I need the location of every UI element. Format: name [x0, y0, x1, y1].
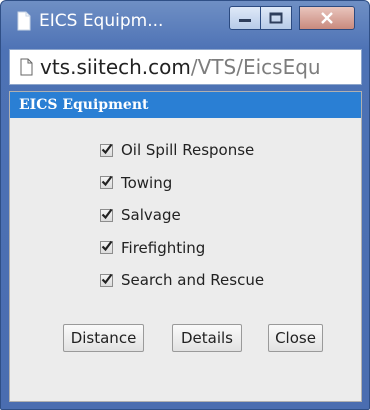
url-host: vts.siitech.com — [40, 55, 191, 79]
minimize-button[interactable] — [229, 6, 261, 30]
option-salvage[interactable]: Salvage — [100, 199, 264, 232]
checkbox[interactable] — [100, 273, 113, 287]
checkbox[interactable] — [100, 176, 113, 190]
checkbox[interactable] — [100, 241, 113, 255]
maximize-button[interactable] — [260, 6, 292, 30]
checkbox[interactable] — [100, 208, 113, 222]
url-path: /VTS/EicsEqu — [190, 55, 321, 79]
distance-button[interactable]: Distance — [63, 324, 144, 352]
content-area: EICS Equipment Oil Spill Response Towing… — [9, 91, 362, 402]
popup-window: EICS Equipm... vts.siitech.com/VTS/EicsE… — [0, 0, 370, 410]
option-label: Salvage — [121, 206, 181, 225]
checkmark-icon — [101, 143, 113, 154]
page-icon — [20, 58, 33, 76]
maximize-icon — [269, 12, 283, 24]
url-text[interactable]: vts.siitech.com/VTS/EicsEqu — [40, 55, 321, 79]
title-bar[interactable]: EICS Equipm... — [1, 1, 370, 45]
option-firefighting[interactable]: Firefighting — [100, 232, 264, 265]
document-icon — [17, 11, 31, 31]
checkbox[interactable] — [100, 143, 113, 157]
option-oil-spill-response[interactable]: Oil Spill Response — [100, 134, 264, 167]
option-towing[interactable]: Towing — [100, 167, 264, 200]
checkmark-icon — [101, 241, 113, 252]
option-label: Firefighting — [121, 238, 206, 257]
address-bar[interactable]: vts.siitech.com/VTS/EicsEqu — [9, 49, 362, 85]
checkmark-icon — [101, 176, 113, 187]
option-search-and-rescue[interactable]: Search and Rescue — [100, 264, 264, 297]
details-button[interactable]: Details — [172, 324, 242, 352]
minimize-icon — [239, 19, 251, 22]
close-button[interactable]: Close — [268, 324, 323, 352]
equipment-options: Oil Spill Response Towing Salvage Firefi… — [100, 134, 264, 297]
checkmark-icon — [101, 208, 113, 219]
close-window-button[interactable] — [299, 6, 355, 30]
window-title: EICS Equipm... — [39, 11, 164, 31]
checkmark-icon — [101, 273, 113, 284]
close-icon — [321, 12, 333, 24]
option-label: Search and Rescue — [121, 271, 265, 290]
option-label: Oil Spill Response — [121, 141, 255, 160]
panel-header: EICS Equipment — [10, 92, 361, 118]
option-label: Towing — [121, 173, 173, 192]
